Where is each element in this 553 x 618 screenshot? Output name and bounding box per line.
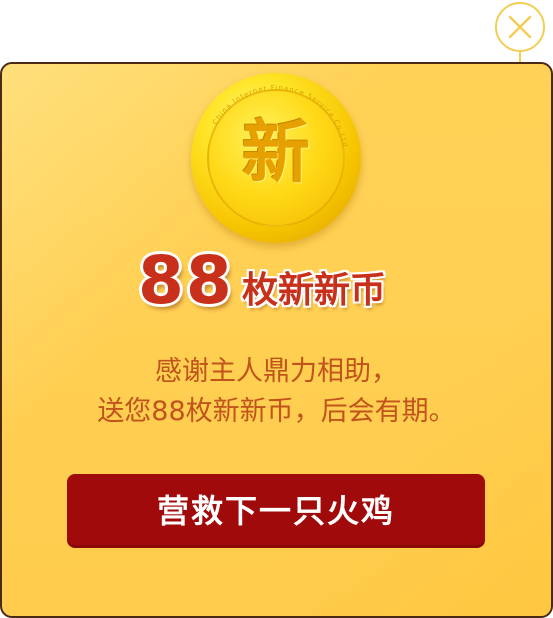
thanks-message: 感谢主人鼎力相助， 送您88枚新新币，后会有期。 [0, 352, 553, 432]
close-icon [508, 15, 532, 39]
coin-glyph: 新 [241, 113, 310, 193]
coin-icon: China Internet Finance Service Co Ltd 新 [191, 73, 361, 243]
message-line-2: 送您88枚新新币，后会有期。 [97, 396, 456, 427]
close-control[interactable] [495, 2, 545, 64]
rescue-next-turkey-button[interactable]: 营救下一只火鸡 [67, 474, 485, 548]
close-button[interactable] [495, 2, 545, 52]
reward-number: 88 [138, 242, 234, 319]
reward-amount: 88 枚新新币 [138, 245, 428, 325]
reward-unit: 枚新新币 [242, 270, 387, 311]
message-line-1: 感谢主人鼎力相助， [155, 356, 398, 387]
